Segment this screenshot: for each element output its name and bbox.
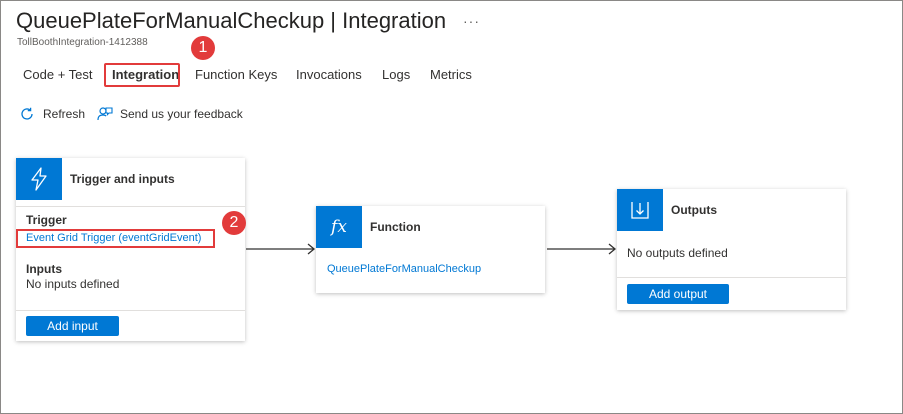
feedback-icon bbox=[97, 107, 113, 121]
trigger-link-highlight bbox=[16, 229, 215, 248]
fx-icon: fx bbox=[331, 217, 347, 237]
more-options-button[interactable]: ··· bbox=[463, 13, 480, 29]
function-card: fx Function QueuePlateForManualCheckup bbox=[316, 206, 545, 293]
add-input-button[interactable]: Add input bbox=[26, 316, 119, 336]
connector-arrow-2 bbox=[547, 243, 617, 255]
refresh-icon bbox=[21, 107, 33, 120]
outputs-value: No outputs defined bbox=[627, 246, 728, 260]
integration-tab-highlight bbox=[104, 63, 180, 87]
function-card-title: Function bbox=[370, 220, 421, 234]
lightning-icon bbox=[31, 167, 47, 191]
trigger-heading: Trigger bbox=[26, 213, 67, 227]
trigger-icon-tile bbox=[16, 158, 62, 200]
feedback-label: Send us your feedback bbox=[120, 107, 243, 121]
feedback-button[interactable]: Send us your feedback bbox=[97, 103, 277, 125]
outputs-card-title: Outputs bbox=[671, 203, 717, 217]
output-arrow-icon bbox=[631, 202, 649, 219]
inputs-heading: Inputs bbox=[26, 262, 62, 276]
connector-arrow-1 bbox=[246, 243, 316, 255]
tab-bar: Code + Test Integration Function Keys In… bbox=[1, 61, 561, 89]
callout-badge-2: 2 bbox=[222, 211, 246, 235]
tab-invocations[interactable]: Invocations bbox=[296, 61, 362, 89]
trigger-inputs-card: Trigger and inputs Trigger Event Grid Tr… bbox=[16, 158, 245, 341]
trigger-card-divider bbox=[16, 206, 245, 207]
refresh-button[interactable]: Refresh bbox=[19, 103, 89, 125]
trigger-card-footer-divider bbox=[16, 310, 245, 311]
outputs-icon-tile bbox=[617, 189, 663, 231]
trigger-card-title: Trigger and inputs bbox=[70, 172, 175, 186]
window-frame: QueuePlateForManualCheckup | Integration… bbox=[0, 0, 903, 414]
add-output-button[interactable]: Add output bbox=[627, 284, 729, 304]
function-name-link[interactable]: QueuePlateForManualCheckup bbox=[327, 263, 481, 275]
resource-subtitle: TollBoothIntegration-1412388 bbox=[17, 37, 148, 48]
toolbar: Refresh Send us your feedback bbox=[19, 103, 279, 125]
tab-metrics[interactable]: Metrics bbox=[430, 61, 472, 89]
outputs-card: Outputs No outputs defined Add output bbox=[617, 189, 846, 310]
tab-function-keys[interactable]: Function Keys bbox=[195, 61, 277, 89]
tab-logs[interactable]: Logs bbox=[382, 61, 410, 89]
inputs-value: No inputs defined bbox=[26, 277, 120, 291]
callout-badge-1: 1 bbox=[191, 36, 215, 60]
page-title: QueuePlateForManualCheckup | Integration bbox=[16, 8, 447, 33]
refresh-label: Refresh bbox=[43, 107, 86, 121]
function-icon-tile: fx bbox=[316, 206, 362, 248]
outputs-card-footer-divider bbox=[617, 277, 846, 278]
tab-code-test[interactable]: Code + Test bbox=[23, 61, 93, 89]
